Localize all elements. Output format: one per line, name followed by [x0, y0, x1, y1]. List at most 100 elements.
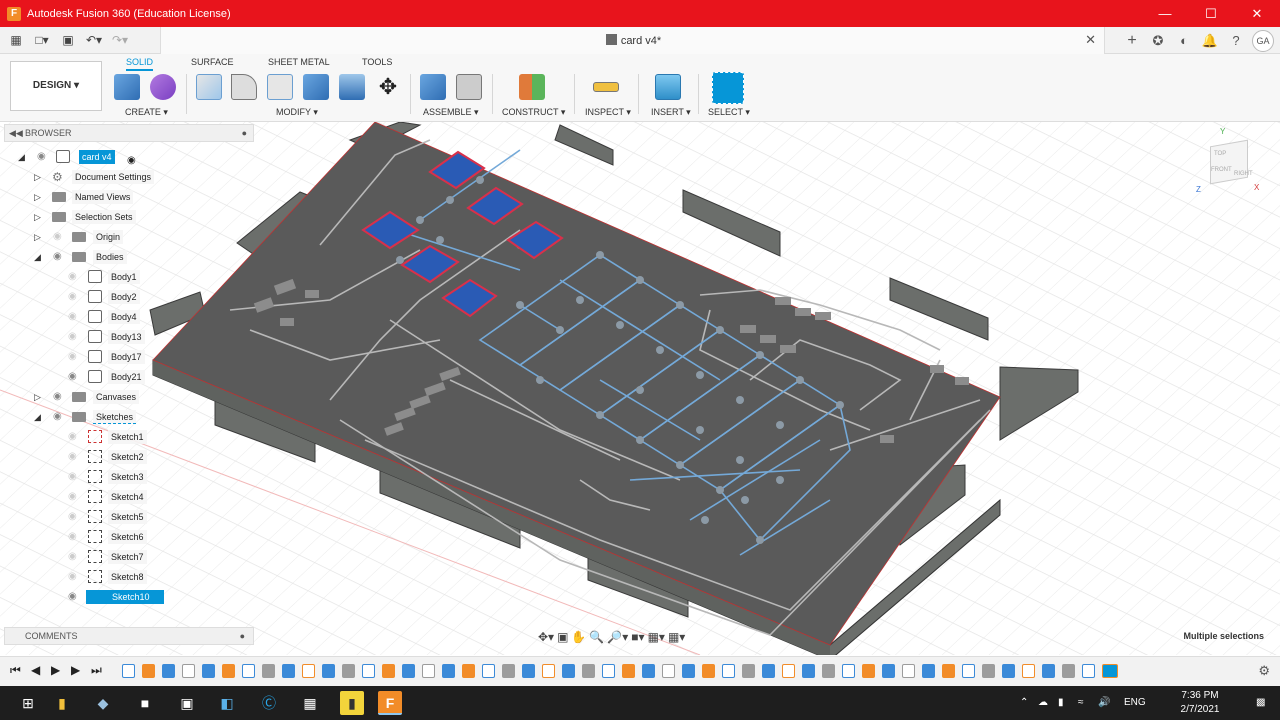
- timeline-feature-icon[interactable]: [182, 664, 195, 678]
- browser-item-body[interactable]: ◉ Body13: [4, 327, 254, 347]
- visibility-icon[interactable]: ◉: [68, 551, 79, 562]
- visibility-icon[interactable]: ◉: [68, 491, 79, 502]
- timeline-feature-icon[interactable]: [622, 664, 635, 678]
- timeline-features[interactable]: [122, 664, 1242, 680]
- wifi-icon[interactable]: ≈: [1078, 697, 1084, 708]
- timeline-feature-icon[interactable]: [482, 664, 495, 678]
- avatar[interactable]: GA: [1252, 30, 1274, 52]
- browser-item-sketch[interactable]: ◉ Sketch2: [4, 447, 254, 467]
- timeline-feature-icon[interactable]: [922, 664, 935, 678]
- timeline-feature-icon[interactable]: [422, 664, 435, 678]
- select-menu[interactable]: SELECT ▾: [708, 107, 750, 118]
- timeline-feature-icon[interactable]: [762, 664, 775, 678]
- visibility-icon[interactable]: ◉: [68, 351, 79, 362]
- browser-item-sketch[interactable]: ◉ Sketch8: [4, 567, 254, 587]
- file-icon[interactable]: □▾: [32, 31, 52, 49]
- timeline-feature-icon[interactable]: [1042, 664, 1055, 678]
- timeline-feature-icon[interactable]: [662, 664, 675, 678]
- notifications-icon[interactable]: ▩: [1256, 697, 1265, 708]
- add-icon[interactable]: +: [1122, 31, 1142, 51]
- visibility-icon[interactable]: ◉: [68, 591, 79, 602]
- clock[interactable]: 7:36 PM 2/7/2021: [1170, 689, 1230, 717]
- expand-icon[interactable]: ▷: [34, 167, 41, 187]
- browser-item-body[interactable]: ◉ Body2: [4, 287, 254, 307]
- visibility-icon[interactable]: ◉: [53, 391, 64, 402]
- insert-menu[interactable]: INSERT ▾: [651, 107, 691, 118]
- timeline-feature-icon[interactable]: [942, 664, 955, 678]
- minimize-icon[interactable]: —: [1142, 0, 1188, 27]
- help-icon[interactable]: ?: [1226, 31, 1246, 51]
- combine-icon[interactable]: [303, 74, 329, 100]
- notifications-icon[interactable]: 🔔: [1200, 31, 1220, 51]
- timeline-feature-icon[interactable]: [562, 664, 575, 678]
- tab-tools[interactable]: TOOLS: [362, 57, 392, 67]
- visibility-icon[interactable]: ◉: [37, 151, 48, 162]
- timeline-feature-icon[interactable]: [322, 664, 335, 678]
- redo-icon[interactable]: ↷▾: [110, 31, 130, 49]
- timeline-feature-icon[interactable]: [302, 664, 315, 678]
- browser-item-sketch[interactable]: ◉ Sketch7: [4, 547, 254, 567]
- extensions-icon[interactable]: ✪: [1148, 31, 1168, 51]
- select-icon[interactable]: [712, 72, 744, 104]
- file-explorer-icon[interactable]: ▮: [50, 691, 74, 715]
- timeline-feature-icon[interactable]: [122, 664, 135, 678]
- zoom-window-icon[interactable]: 🔎▾: [607, 630, 628, 644]
- expand-icon[interactable]: ▷: [34, 187, 41, 207]
- terminal-icon[interactable]: ■: [133, 691, 157, 715]
- browser-item-sketch[interactable]: ◉ Sketch4: [4, 487, 254, 507]
- timeline-feature-icon[interactable]: [502, 664, 515, 678]
- timeline-feature-icon[interactable]: [362, 664, 375, 678]
- visibility-icon[interactable]: ◉: [68, 311, 79, 322]
- volume-icon[interactable]: 🔊: [1098, 697, 1110, 708]
- onedrive-icon[interactable]: ☁: [1038, 697, 1048, 708]
- offset-plane-icon[interactable]: [519, 74, 545, 100]
- network-icon[interactable]: ▣: [175, 691, 199, 715]
- timeline-feature-icon[interactable]: [462, 664, 475, 678]
- browser-item-origin[interactable]: ▷ ◉ Origin: [4, 227, 254, 247]
- timeline-feature-icon[interactable]: [882, 664, 895, 678]
- construct-menu[interactable]: CONSTRUCT ▾: [502, 107, 565, 118]
- show-hidden-icons[interactable]: ⌃: [1020, 697, 1028, 708]
- go-to-end-icon[interactable]: ⏭: [91, 663, 102, 678]
- timeline-feature-icon[interactable]: [382, 664, 395, 678]
- timeline-feature-icon[interactable]: [862, 664, 875, 678]
- pin-icon[interactable]: ●: [242, 125, 247, 141]
- tab-surface[interactable]: SURFACE: [191, 57, 234, 67]
- inspect-menu[interactable]: INSPECT ▾: [585, 107, 631, 118]
- insert-image-icon[interactable]: [655, 74, 681, 100]
- browser-item-body[interactable]: ◉ Body4: [4, 307, 254, 327]
- timeline-feature-icon[interactable]: [442, 664, 455, 678]
- timeline-feature-icon[interactable]: [1102, 664, 1118, 678]
- browser-item-selection-sets[interactable]: ▷ Selection Sets: [4, 207, 254, 227]
- visibility-icon[interactable]: ◉: [68, 451, 79, 462]
- visibility-icon[interactable]: ◉: [53, 231, 64, 242]
- expand-icon[interactable]: ◢: [18, 147, 25, 167]
- press-pull-icon[interactable]: [196, 74, 222, 100]
- timeline-feature-icon[interactable]: [702, 664, 715, 678]
- go-to-start-icon[interactable]: ⏮: [10, 663, 21, 678]
- timeline-feature-icon[interactable]: [522, 664, 535, 678]
- timeline-feature-icon[interactable]: [342, 664, 355, 678]
- browser-item-body[interactable]: ◉ Body1: [4, 267, 254, 287]
- timeline-feature-icon[interactable]: [142, 664, 155, 678]
- timeline-feature-icon[interactable]: [902, 664, 915, 678]
- skype-icon[interactable]: Ⓒ: [257, 691, 281, 715]
- zoom-icon[interactable]: 🔍: [589, 630, 604, 644]
- orbit-icon[interactable]: ✥▾: [538, 630, 554, 644]
- measure-icon[interactable]: [593, 82, 619, 92]
- timeline-feature-icon[interactable]: [242, 664, 255, 678]
- offset-face-icon[interactable]: [339, 74, 365, 100]
- fillet-icon[interactable]: [231, 74, 257, 100]
- visibility-icon[interactable]: ◉: [53, 251, 64, 262]
- browser-header[interactable]: ◀◀ BROWSER ●: [4, 124, 254, 142]
- comments-panel[interactable]: COMMENTS ●: [4, 627, 254, 645]
- modify-menu[interactable]: MODIFY ▾: [276, 107, 318, 118]
- timeline-feature-icon[interactable]: [682, 664, 695, 678]
- remote-icon[interactable]: ◧: [215, 691, 239, 715]
- timeline-feature-icon[interactable]: [962, 664, 975, 678]
- visibility-icon[interactable]: ◉: [68, 471, 79, 482]
- save-icon[interactable]: ▣: [58, 31, 78, 49]
- visibility-icon[interactable]: ◉: [68, 431, 79, 442]
- sticky-notes-icon[interactable]: ▮: [340, 691, 364, 715]
- job-status-icon[interactable]: ◐: [1174, 31, 1194, 51]
